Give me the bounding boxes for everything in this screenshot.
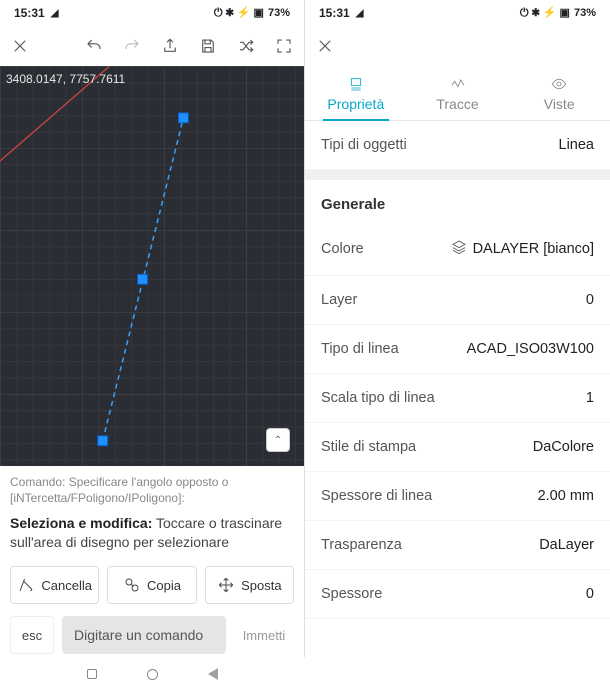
- tab-properties[interactable]: Proprietà: [305, 66, 407, 120]
- close-icon[interactable]: [10, 36, 30, 56]
- prop-linetype[interactable]: Tipo di linea ACAD_ISO03W100: [305, 325, 610, 374]
- status-battery: 73%: [268, 7, 290, 19]
- coordinates-readout: 3408.0147, 7757.7611: [6, 72, 125, 86]
- prop-color[interactable]: Colore DALAYER [bianco]: [305, 223, 610, 276]
- nav-home-icon[interactable]: [147, 669, 158, 680]
- layers-icon: [451, 239, 467, 259]
- prop-plotstyle[interactable]: Stile di stampa DaColore: [305, 423, 610, 472]
- signal-icon: ◢: [51, 8, 59, 19]
- panel-toolbar: [305, 26, 610, 66]
- delete-button[interactable]: Cancella: [10, 566, 99, 604]
- save-icon[interactable]: [198, 36, 218, 56]
- copy-label: Copia: [147, 578, 181, 593]
- status-bar: 15:31 ◢ ⏻ ✱ ⚡ ▣ 73%: [0, 0, 304, 26]
- nav-back-icon[interactable]: [208, 668, 218, 680]
- share-icon[interactable]: [160, 36, 180, 56]
- drawing-canvas[interactable]: 3408.0147, 7757.7611 ⌃: [0, 66, 304, 466]
- properties-list: Tipi di oggetti Linea Generale Colore DA…: [305, 121, 610, 619]
- prop-ltscale[interactable]: Scala tipo di linea 1: [305, 374, 610, 423]
- command-input[interactable]: Digitare un comando: [62, 616, 226, 654]
- prompt-title: Seleziona e modifica:: [10, 515, 152, 531]
- signal-icon-r: ◢: [356, 8, 364, 19]
- midpoint-grip[interactable]: [138, 274, 148, 284]
- section-gap: [305, 170, 610, 180]
- prop-lineweight[interactable]: Spessore di linea 2.00 mm: [305, 472, 610, 521]
- endpoint-grip-top[interactable]: [178, 113, 188, 123]
- system-nav: [0, 664, 304, 682]
- delete-label: Cancella: [41, 578, 92, 593]
- nav-recent-icon[interactable]: [87, 669, 97, 679]
- enter-button[interactable]: Immetti: [234, 616, 294, 654]
- status-time-r: 15:31: [319, 6, 350, 20]
- prop-object-types[interactable]: Tipi di oggetti Linea: [305, 121, 610, 170]
- status-icons-right-r: ⏻ ✱ ⚡ ▣: [520, 6, 570, 20]
- copy-button[interactable]: Copia: [107, 566, 196, 604]
- canvas-svg: [0, 66, 304, 465]
- status-time: 15:31: [14, 6, 45, 20]
- command-history: Comando: Specificare l'angolo opposto o …: [10, 474, 294, 506]
- status-bar-right: 15:31 ◢ ⏻ ✱ ⚡ ▣ 73%: [305, 0, 610, 26]
- prop-transparency[interactable]: Trasparenza DaLayer: [305, 521, 610, 570]
- redo-icon[interactable]: [122, 36, 142, 56]
- panel-tabs: Proprietà Tracce Viste: [305, 66, 610, 121]
- prop-layer[interactable]: Layer 0: [305, 276, 610, 325]
- command-prompt: Seleziona e modifica: Toccare o trascina…: [10, 514, 294, 552]
- move-button[interactable]: Sposta: [205, 566, 294, 604]
- endpoint-grip-bottom[interactable]: [98, 436, 108, 446]
- undo-icon[interactable]: [84, 36, 104, 56]
- top-toolbar: [0, 26, 304, 66]
- status-battery-r: 73%: [574, 7, 596, 19]
- section-general: Generale: [305, 180, 610, 223]
- fullscreen-icon[interactable]: [274, 36, 294, 56]
- close-panel-icon[interactable]: [315, 36, 335, 56]
- status-icons-right: ⏻ ✱ ⚡ ▣: [214, 6, 264, 20]
- tab-traces[interactable]: Tracce: [407, 66, 509, 120]
- move-label: Sposta: [241, 578, 281, 593]
- shuffle-icon[interactable]: [236, 36, 256, 56]
- prop-thickness[interactable]: Spessore 0: [305, 570, 610, 619]
- esc-button[interactable]: esc: [10, 616, 54, 654]
- tab-views[interactable]: Viste: [508, 66, 610, 120]
- collapse-button[interactable]: ⌃: [266, 428, 290, 452]
